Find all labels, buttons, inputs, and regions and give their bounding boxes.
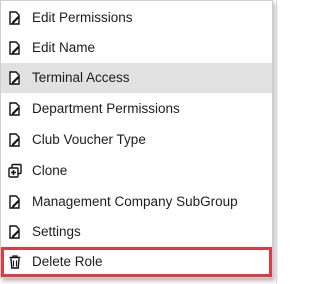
context-menu: Edit Permissions Edit Name Terminal Acce… — [0, 0, 273, 278]
edit-note-icon — [7, 70, 23, 86]
menu-item-club-voucher-type[interactable]: Club Voucher Type — [1, 125, 272, 155]
menu-item-label: Management Company SubGroup — [32, 194, 238, 209]
menu-item-management-company-subgroup[interactable]: Management Company SubGroup — [1, 187, 272, 217]
menu-item-edit-name[interactable]: Edit Name — [1, 33, 272, 63]
menu-item-clone[interactable]: Clone — [1, 156, 272, 186]
menu-item-edit-permissions[interactable]: Edit Permissions — [1, 3, 272, 33]
edit-note-icon — [7, 40, 23, 56]
menu-item-label: Edit Name — [32, 40, 96, 55]
menu-item-label: Terminal Access — [32, 70, 130, 85]
edit-note-icon — [7, 132, 23, 148]
clone-icon — [7, 163, 23, 179]
edit-note-icon — [7, 194, 23, 210]
menu-item-label: Club Voucher Type — [32, 132, 146, 147]
menu-item-label: Clone — [32, 163, 68, 178]
edit-note-icon — [7, 224, 23, 240]
menu-item-label: Edit Permissions — [32, 10, 133, 25]
edit-note-icon — [7, 101, 23, 117]
trash-icon — [7, 254, 23, 270]
background-divider — [276, 0, 277, 284]
menu-item-settings[interactable]: Settings — [1, 217, 272, 247]
menu-item-delete-role[interactable]: Delete Role — [1, 247, 272, 277]
edit-note-icon — [7, 10, 23, 26]
menu-item-department-permissions[interactable]: Department Permissions — [1, 94, 272, 124]
menu-item-label: Delete Role — [32, 254, 103, 269]
menu-item-label: Department Permissions — [32, 101, 180, 116]
menu-item-terminal-access[interactable]: Terminal Access — [1, 63, 272, 93]
menu-item-label: Settings — [32, 224, 81, 239]
